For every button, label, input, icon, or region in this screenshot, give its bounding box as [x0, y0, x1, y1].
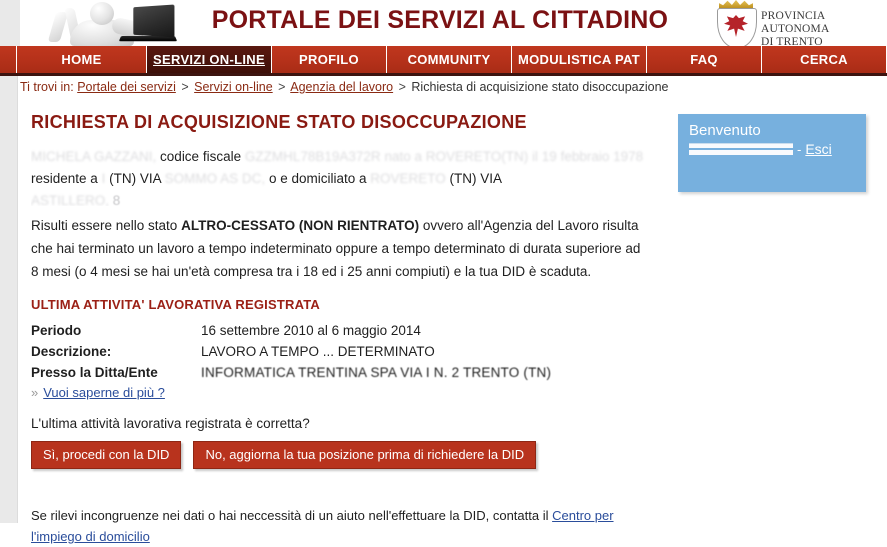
nav-item-servizi-on-line[interactable]: SERVIZI ON-LINE [147, 46, 272, 73]
logo-laptop-screen-icon [133, 4, 175, 38]
table-row: Descrizione: LAVORO A TEMPO ... DETERMIN… [31, 341, 551, 362]
welcome-user-row: - Esci [689, 141, 866, 157]
breadcrumb-item-agenzia-del-lavoro[interactable]: Agenzia del lavoro [290, 80, 393, 94]
confirm-question: L'ultima attività lavorativa registrata … [31, 416, 310, 431]
breadcrumb-item-servizi-on-line[interactable]: Servizi on-line [194, 80, 273, 94]
personal-domicile-number: 8 [112, 193, 121, 206]
confirm-no-button[interactable]: No, aggiorna la tua posizione prima di r… [193, 441, 537, 469]
footer-help-note: Se rilevi incongruenze nei dati o hai ne… [31, 505, 651, 547]
row-label-ditta-ente: Presso la Ditta/Ente [31, 365, 158, 380]
personal-domicile-mid: o e domiciliato a [268, 171, 367, 186]
provincia-logo-text: PROVINCIA AUTONOMA DI TRENTO [761, 10, 883, 46]
provincia-line-2: DI TRENTO [761, 36, 823, 46]
confirm-button-row: Sì, procedi con la DID No, aggiorna la t… [31, 441, 651, 469]
breadcrumb: Ti trovi in: Portale dei servizi > Servi… [20, 80, 668, 94]
breadcrumb-item-current: Richiesta di acquisizione stato disoccup… [411, 80, 669, 94]
breadcrumb-item-portale-dei-servizi[interactable]: Portale dei servizi [77, 80, 176, 94]
breadcrumb-lead: Ti trovi in: [20, 80, 74, 94]
nav-left-pad [0, 46, 17, 73]
provincia-line-1: PROVINCIA AUTONOMA [761, 10, 830, 35]
site-title: PORTALE DEI SERVIZI AL CITTADINO [211, 6, 669, 34]
nav-item-faq[interactable]: FAQ [647, 46, 762, 73]
breadcrumb-separator-2: > [278, 80, 286, 94]
table-row: Presso la Ditta/Ente INFORMATICA TRENTIN… [31, 362, 551, 383]
welcome-username-redacted [689, 143, 793, 155]
personal-cf-redacted: GZZMHL78B19A372R [244, 149, 381, 164]
logout-link[interactable]: Esci [805, 141, 831, 157]
personal-cf-label: codice fiscale [160, 149, 242, 164]
eagle-icon [724, 15, 748, 37]
row-label-periodo: Periodo [31, 323, 82, 338]
site-header: PORTALE DEI SERVIZI AL CITTADINO PROVINC… [0, 0, 887, 46]
shield-inner [721, 12, 751, 42]
breadcrumb-separator-1: > [181, 80, 189, 94]
welcome-dash: - [797, 141, 802, 157]
personal-residence-via-redacted: SOMMO AS [164, 171, 239, 186]
status-prefix: Risulti essere nello stato [31, 218, 178, 233]
personal-born-date-redacted: 19 febbraio 1978 [541, 149, 644, 164]
welcome-box: Benvenuto - Esci [678, 114, 866, 192]
personal-domicile-street-redacted: ASTILLERO, [31, 193, 110, 206]
row-value-descrizione: LAVORO A TEMPO ... DETERMINATO [201, 344, 435, 359]
row-label-descrizione: Descrizione: [31, 344, 112, 359]
row-value-ditta-ente: INFORMATICA TRENTINA SPA VIA I N. 2 TREN… [201, 365, 552, 380]
double-chevron-right-icon: » [31, 385, 38, 400]
logo-figure-head-icon [90, 2, 114, 25]
provincia-autonoma-logo[interactable]: PROVINCIA AUTONOMA DI TRENTO [697, 0, 883, 46]
personal-name-redacted: MICHELA GAZZANI, [31, 149, 157, 164]
welcome-title: Benvenuto [689, 122, 761, 139]
status-state: ALTRO-CESSATO (NON RIENTRATO) [181, 218, 420, 233]
footer-help-text: Se rilevi incongruenze nei dati o hai ne… [31, 508, 553, 523]
personal-born-place-redacted: ROVERETO(TN) [425, 149, 529, 164]
page-root: PORTALE DEI SERVIZI AL CITTADINO PROVINC… [0, 0, 887, 544]
nav-item-community[interactable]: COMMUNITY [387, 46, 512, 73]
status-paragraph: Risulti essere nello stato ALTRO-CESSATO… [31, 214, 651, 283]
last-activity-section-title: ULTIMA ATTIVITA' LAVORATIVA REGISTRATA [31, 297, 320, 312]
row-value-periodo: 16 settembre 2010 al 6 maggio 2014 [201, 323, 421, 338]
main-navigation: HOME SERVIZI ON-LINE PROFILO COMMUNITY M… [0, 46, 887, 76]
header-left-strip [0, 0, 20, 46]
personal-residence-prov: (TN) [109, 171, 137, 186]
personal-residence-city-redacted: I [101, 171, 106, 186]
portal-logo-icon[interactable] [24, 0, 178, 46]
last-activity-table: Periodo 16 settembre 2010 al 6 maggio 20… [31, 320, 551, 383]
shield-icon [717, 8, 757, 46]
personal-residence-num-redacted: DC, [241, 171, 266, 186]
confirm-yes-button[interactable]: Sì, procedi con la DID [31, 441, 182, 469]
personal-domicile-prov: (TN) VIA [449, 171, 503, 186]
main-content: MICHELA GAZZANI, codice fiscale GZZMHL78… [31, 146, 651, 547]
nav-item-cerca[interactable]: CERCA [762, 46, 887, 73]
nav-item-profilo[interactable]: PROFILO [272, 46, 387, 73]
more-info-link[interactable]: Vuoi saperne di più ? [43, 385, 165, 400]
personal-residence-via-label: VIA [139, 171, 161, 186]
personal-residence-prefix: residente a [31, 171, 98, 186]
left-gutter [0, 0, 18, 523]
table-row: Periodo 16 settembre 2010 al 6 maggio 20… [31, 320, 551, 341]
page-title: RICHIESTA DI ACQUISIZIONE STATO DISOCCUP… [31, 112, 527, 132]
more-info-row: » Vuoi saperne di più ? [31, 385, 651, 400]
breadcrumb-separator-3: > [398, 80, 406, 94]
nav-item-home[interactable]: HOME [17, 46, 147, 73]
personal-born-label: nato a [384, 149, 422, 164]
personal-domicile-city-redacted: ROVERETO [370, 171, 446, 186]
personal-data-paragraph: MICHELA GAZZANI, codice fiscale GZZMHL78… [31, 146, 651, 206]
personal-born-on-label: il [532, 149, 539, 164]
nav-item-modulistica-pat[interactable]: MODULISTICA PAT [512, 46, 647, 73]
